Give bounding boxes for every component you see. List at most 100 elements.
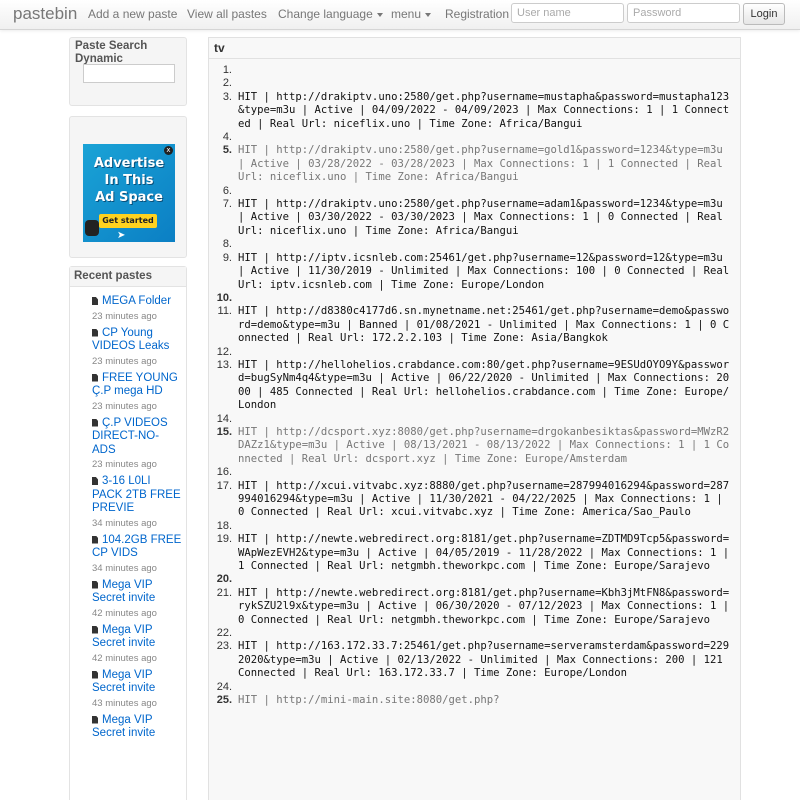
- line-number: 10.: [216, 291, 232, 304]
- ad-headline-3: Ad Space: [95, 190, 163, 205]
- code-line: 14.: [209, 413, 740, 426]
- line-number: 9.: [222, 251, 232, 264]
- hand-icon: [85, 220, 99, 236]
- recent-paste-item: CP Young VIDEOS Leaks 23 minutes ago: [92, 327, 182, 368]
- recent-paste-link[interactable]: MEGA Folder: [92, 295, 182, 309]
- recent-paste-time: 34 minutes ago: [92, 517, 157, 529]
- file-icon: [92, 580, 98, 589]
- code-line: 24.: [209, 681, 740, 694]
- file-icon: [92, 670, 98, 679]
- recent-paste-time: 23 minutes ago: [92, 400, 157, 412]
- recent-paste-time: 23 minutes ago: [92, 355, 157, 367]
- code-line: 12.: [209, 346, 740, 359]
- code-line: 4.: [209, 131, 740, 144]
- file-icon: [92, 535, 98, 544]
- line-number: 6.: [222, 184, 232, 197]
- recent-pastes-title: Recent pastes: [74, 270, 152, 282]
- paste-content-box: tv 1. 2. 3. HIT | http://drakiptv.uno:258…: [208, 37, 741, 800]
- line-number: 3.: [222, 90, 232, 103]
- recent-paste-title: 104.2GB FREE CP VIDS: [92, 533, 182, 560]
- paste-search-title: Paste Search Dynamic: [75, 40, 148, 65]
- code-line: 13. HIT | http://hellohelios.crabdance.co…: [209, 359, 740, 413]
- code-line-text: HIT | http://newte.webredirect.org:8181/…: [238, 533, 730, 573]
- code-line: 2.: [209, 77, 740, 90]
- recent-paste-link[interactable]: Mega VIP Secret invite: [92, 579, 182, 606]
- line-number: 1.: [222, 64, 232, 76]
- recent-paste-title: CP Young VIDEOS Leaks: [92, 326, 170, 353]
- recent-paste-item: Mega VIP Secret invite 43 minutes ago: [92, 669, 182, 710]
- nav-change-language-label: Change language: [278, 7, 373, 21]
- recent-paste-link[interactable]: Mega VIP Secret invite: [92, 624, 182, 651]
- code-line: 6.: [209, 185, 740, 198]
- top-navbar: pastebin Add a new paste View all pastes…: [0, 0, 800, 30]
- recent-paste-link[interactable]: CP Young VIDEOS Leaks: [92, 327, 182, 354]
- line-number: 20.: [216, 573, 232, 586]
- file-icon: [92, 328, 98, 337]
- file-icon: [92, 297, 98, 305]
- recent-paste-title: 3-16 L0LI PACK 2TB FREE PREVIE: [92, 475, 181, 514]
- recent-paste-link[interactable]: 104.2GB FREE CP VIDS: [92, 534, 182, 561]
- recent-paste-link[interactable]: 3-16 L0LI PACK 2TB FREE PREVIE: [92, 475, 182, 516]
- recent-paste-item: Mega VIP Secret invite: [92, 714, 182, 741]
- nav-registration[interactable]: Registration: [445, 7, 509, 21]
- code-line-text: HIT | http://hellohelios.crabdance.com:8…: [238, 358, 730, 412]
- nav-view-all-pastes[interactable]: View all pastes: [187, 7, 267, 21]
- line-number: 2.: [222, 77, 232, 90]
- nav-change-language[interactable]: Change language: [278, 7, 383, 21]
- recent-paste-item: Ç.P VIDEOS DIRECT-NO-ADS 23 minutes ago: [92, 417, 182, 472]
- code-line: 16.: [209, 466, 740, 479]
- code-line: 21. HIT | http://newte.webredirect.org:81…: [209, 587, 740, 627]
- recent-paste-title: Mega VIP Secret invite: [92, 623, 156, 650]
- ad-headline-2: In This: [104, 173, 154, 188]
- code-line: 10.: [209, 292, 740, 305]
- line-number: 19.: [216, 533, 232, 546]
- recent-paste-title: Ç.P VIDEOS DIRECT-NO-ADS: [92, 416, 168, 456]
- code-line: 1.: [209, 64, 740, 77]
- line-number: 21.: [216, 586, 232, 599]
- recent-paste-link[interactable]: Mega VIP Secret invite: [92, 714, 182, 741]
- close-icon[interactable]: x: [164, 146, 173, 155]
- recent-pastes-header: Recent pastes: [70, 267, 186, 287]
- line-number: 22.: [216, 627, 232, 640]
- ad-banner[interactable]: x Advertise In This Ad Space Get started…: [83, 144, 175, 242]
- code-line-text: HIT | http://iptv.icsnleb.com:25461/get.…: [238, 251, 730, 291]
- nav-menu[interactable]: menu: [391, 7, 432, 21]
- paste-title: tv: [214, 41, 225, 55]
- nav-add-paste[interactable]: Add a new paste: [88, 7, 177, 21]
- code-line: 22.: [209, 627, 740, 640]
- code-line: 7. HIT | http://drakiptv.uno:2580/get.php…: [209, 198, 740, 238]
- code-line-text: HIT | http://drakiptv.uno:2580/get.php?u…: [238, 144, 723, 184]
- ad-get-started-button[interactable]: Get started: [99, 214, 157, 228]
- line-number: 13.: [216, 358, 232, 371]
- brand-logo[interactable]: pastebin: [13, 4, 77, 24]
- code-line: 15. HIT | http://dcsport.xyz:8080/get.php…: [209, 426, 740, 466]
- line-number: 17.: [216, 479, 232, 492]
- recent-paste-link[interactable]: FREE YOUNG Ç.P mega HD: [92, 372, 182, 399]
- code-line-text: HIT | http://drakiptv.uno:2580/get.php?u…: [238, 198, 723, 237]
- password-input[interactable]: [627, 3, 740, 23]
- file-icon: [92, 373, 98, 382]
- line-number: 24.: [216, 680, 232, 693]
- code-line: 20.: [209, 573, 740, 586]
- nav-menu-label: menu: [391, 7, 422, 21]
- paste-search-input[interactable]: [83, 64, 175, 83]
- file-icon: [92, 418, 98, 427]
- recent-paste-link[interactable]: Mega VIP Secret invite: [92, 669, 182, 696]
- login-button[interactable]: Login: [743, 3, 785, 25]
- recent-paste-link[interactable]: Ç.P VIDEOS DIRECT-NO-ADS: [92, 417, 182, 458]
- recent-paste-item: MEGA Folder 23 minutes ago: [92, 295, 182, 323]
- username-input[interactable]: [511, 3, 624, 23]
- line-number: 16.: [216, 466, 232, 479]
- code-line-text: HIT | http://drakiptv.uno:2580/get.php?u…: [238, 90, 730, 130]
